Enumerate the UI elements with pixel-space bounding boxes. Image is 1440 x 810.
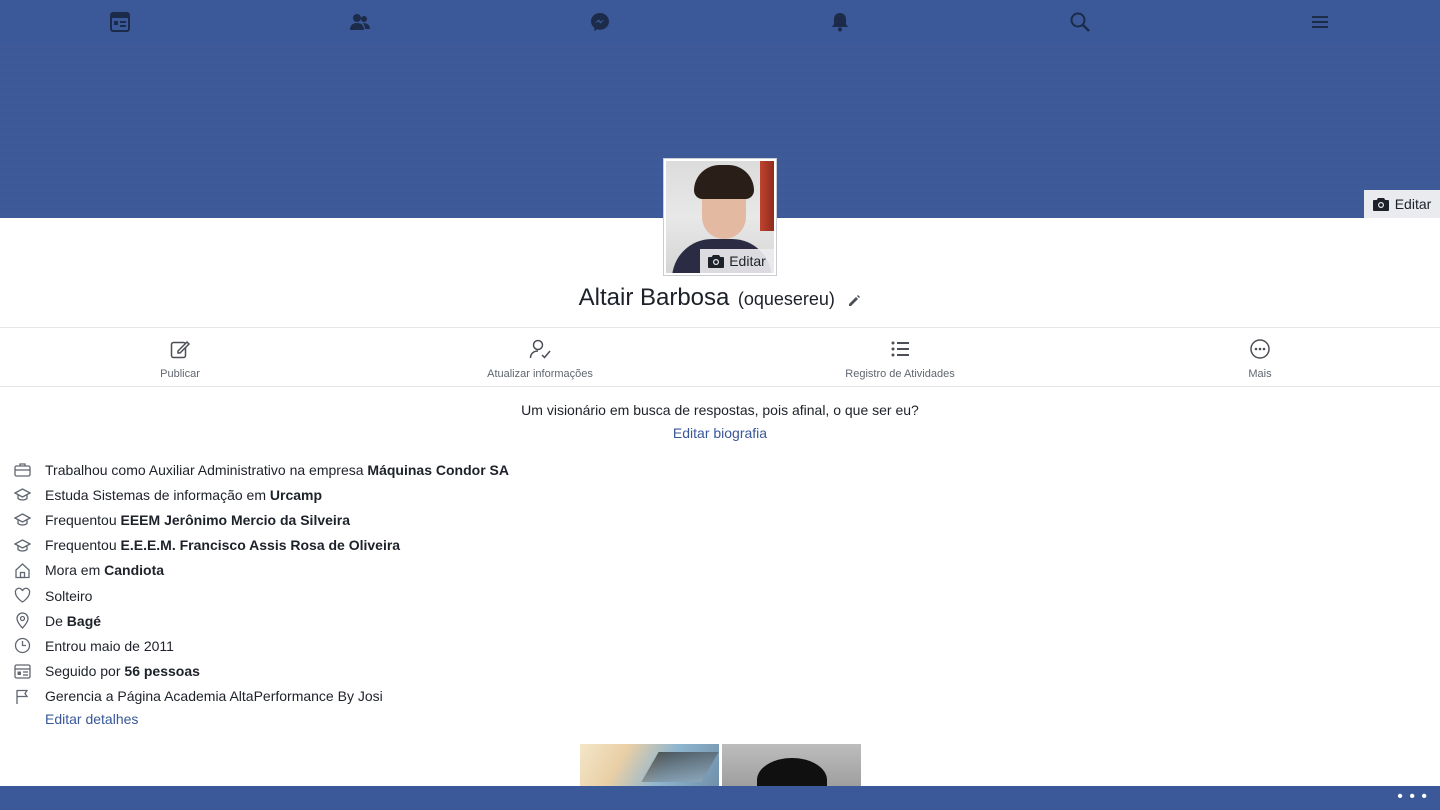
photo-thumbnail[interactable] [722, 744, 861, 802]
edit-cover-label: Editar [1394, 196, 1432, 212]
detail-row-joined: Entrou maio de 2011 [14, 633, 509, 658]
detail-text: Frequentou [45, 537, 121, 554]
detail-row-followers: Seguido por 56 pessoas [14, 659, 509, 684]
detail-text: Entrou maio de 2011 [45, 637, 174, 654]
friends-icon [350, 14, 370, 30]
location-pin-icon [16, 612, 29, 630]
followers-icon [14, 663, 31, 679]
flag-icon [16, 689, 29, 704]
detail-entity[interactable]: E.E.E.M. Francisco Assis Rosa de Oliveir… [121, 537, 401, 553]
profile-action-bar: Publicar Atualizar informações Registro … [0, 328, 1440, 386]
detail-text: Frequentou [45, 511, 121, 528]
detail-entity[interactable]: Urcamp [270, 487, 322, 503]
friends-button[interactable] [346, 8, 374, 36]
clock-icon [14, 638, 31, 654]
activity-log-icon [891, 341, 909, 357]
more-options-ellipsis[interactable]: • • • [1397, 788, 1428, 806]
menu-icon [1312, 16, 1328, 28]
search-button[interactable] [1066, 8, 1094, 36]
edit-name-pencil-icon[interactable] [847, 294, 861, 308]
detail-row-page: Gerencia a Página Academia AltaPerforman… [14, 684, 509, 709]
publish-label: Publicar [160, 368, 200, 380]
edit-bio-label[interactable]: Editar biografia [673, 425, 767, 441]
detail-entity[interactable]: Máquinas Condor SA [367, 462, 509, 478]
detail-row-home: Mora em Candiota [14, 558, 509, 583]
messenger-button[interactable] [586, 8, 614, 36]
update-info-icon [529, 339, 551, 359]
news-feed-button[interactable] [106, 8, 134, 36]
edit-cover-button[interactable]: Editar [1364, 190, 1440, 218]
notifications-button[interactable] [826, 8, 854, 36]
more-button[interactable]: Mais [1160, 338, 1360, 382]
edit-details-link[interactable]: Editar detalhes [45, 711, 138, 727]
menu-button[interactable] [1306, 8, 1334, 36]
detail-entity[interactable]: Candiota [104, 562, 164, 578]
edit-bio-link[interactable]: Editar biografia [0, 425, 1440, 441]
profile-picture[interactable]: Editar [664, 159, 776, 275]
edit-profile-picture-button[interactable]: Editar [700, 249, 774, 273]
detail-text: Gerencia a Página Academia AltaPerforman… [45, 688, 383, 705]
bottom-app-bar: • • • [0, 786, 1440, 810]
camera-icon [1372, 198, 1389, 211]
intro-details-list: Trabalhou como Auxiliar Administrativo n… [14, 457, 509, 709]
notifications-icon [832, 13, 848, 32]
detail-entity[interactable]: EEEM Jerônimo Mercio da Silveira [121, 512, 351, 528]
detail-row-education: Frequentou EEEM Jerônimo Mercio da Silve… [14, 507, 509, 532]
news-feed-icon [110, 12, 130, 32]
graduation-cap-icon [14, 488, 31, 501]
bio-text: Um visionário em busca de respostas, poi… [521, 402, 919, 418]
detail-entity[interactable]: Bagé [67, 613, 101, 629]
home-icon [15, 562, 30, 578]
graduation-cap-icon [14, 538, 31, 552]
detail-text: Solteiro [45, 587, 93, 604]
camera-icon [708, 255, 725, 268]
graduation-cap-icon [14, 513, 31, 527]
detail-text: Mora em [45, 562, 105, 579]
top-navigation-bar [0, 0, 1440, 44]
compose-icon [170, 340, 191, 359]
edit-profile-picture-label: Editar [729, 253, 766, 269]
messenger-icon [591, 13, 609, 31]
briefcase-icon [14, 463, 31, 477]
update-info-button[interactable]: Atualizar informações [440, 338, 640, 382]
detail-entity[interactable]: 56 pessoas [124, 663, 200, 679]
activity-log-label: Registro de Atividades [845, 368, 955, 380]
more-label: Mais [1248, 368, 1272, 380]
publish-button[interactable]: Publicar [80, 338, 280, 382]
activity-log-button[interactable]: Registro de Atividades [800, 338, 1000, 382]
detail-row-hometown: De Bagé [14, 608, 509, 633]
photo-thumbnail[interactable] [580, 744, 719, 790]
profile-name-row: Altair Barbosa (oquesereu) [0, 284, 1440, 312]
alternate-name: (oquesereu) [737, 289, 835, 309]
detail-text: Estuda Sistemas de informação em [45, 486, 270, 503]
profile-name: Altair Barbosa [578, 284, 730, 311]
detail-text: De [45, 612, 67, 629]
heart-icon [14, 587, 31, 603]
detail-row-education: Estuda Sistemas de informação em Urcamp [14, 482, 509, 507]
detail-row-education: Frequentou E.E.E.M. Francisco Assis Rosa… [14, 533, 509, 558]
detail-row-work: Trabalhou como Auxiliar Administrativo n… [14, 457, 509, 482]
update-info-label: Atualizar informações [487, 368, 593, 380]
more-icon [1250, 339, 1270, 359]
search-icon [1070, 12, 1090, 32]
detail-row-relationship: Solteiro [14, 583, 509, 608]
divider [0, 386, 1440, 387]
detail-text: Seguido por [45, 663, 125, 680]
detail-text: Trabalhou como Auxiliar Administrativo n… [45, 461, 368, 478]
